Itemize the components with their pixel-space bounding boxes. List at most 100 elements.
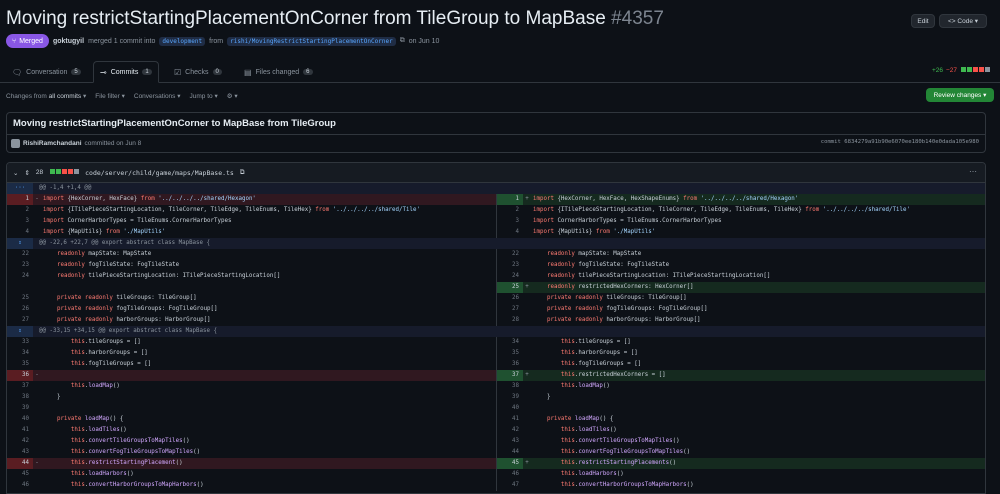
- line-number[interactable]: 44: [497, 447, 523, 458]
- line-number[interactable]: 25: [497, 282, 523, 293]
- code-line: import CornerHarborTypes = TileEnums.Cor…: [43, 218, 232, 224]
- tab-conversation[interactable]: 🗨 Conversation 5: [6, 61, 87, 83]
- merge-icon: ⑂: [12, 37, 17, 45]
- file-filter-dropdown[interactable]: File filter ▾: [95, 92, 125, 100]
- copy-icon[interactable]: ⧉: [240, 169, 245, 177]
- diff-left-side: 23 readonly fogTileState: FogTileState: [7, 260, 496, 271]
- line-number[interactable]: 46: [7, 480, 33, 491]
- line-number[interactable]: 22: [497, 249, 523, 260]
- line-number[interactable]: 36: [497, 359, 523, 370]
- line-number[interactable]: 24: [7, 271, 33, 282]
- diff-marker: [33, 282, 41, 293]
- conversations-label: Conversations: [133, 93, 176, 100]
- diff-marker: [33, 480, 41, 491]
- line-number[interactable]: 43: [7, 447, 33, 458]
- line-number[interactable]: 46: [497, 469, 523, 480]
- diff-left-side: 25 private readonly tileGroups: TileGrou…: [7, 293, 496, 304]
- head-branch[interactable]: rishi/MovingRestrictStartingPlacementOnC…: [227, 36, 396, 46]
- line-number[interactable]: 45: [497, 458, 523, 469]
- code-line: [41, 282, 496, 293]
- line-number[interactable]: 42: [497, 425, 523, 436]
- line-number[interactable]: 35: [497, 348, 523, 359]
- line-number[interactable]: [7, 282, 33, 293]
- line-number[interactable]: 24: [497, 271, 523, 282]
- diff-marker: [523, 392, 531, 403]
- expand-icon[interactable]: ⇕: [24, 169, 29, 177]
- line-number[interactable]: 27: [497, 304, 523, 315]
- author-link[interactable]: goktugyil: [53, 38, 84, 45]
- line-number[interactable]: 33: [7, 337, 33, 348]
- edit-button[interactable]: Edit: [911, 14, 935, 28]
- line-number[interactable]: 1: [7, 194, 33, 205]
- review-changes-button[interactable]: Review changes ▾: [926, 88, 994, 102]
- line-number[interactable]: 3: [497, 216, 523, 227]
- line-number[interactable]: 26: [7, 304, 33, 315]
- line-number[interactable]: 23: [7, 260, 33, 271]
- line-number[interactable]: 36: [7, 370, 33, 381]
- base-branch[interactable]: development: [159, 36, 206, 46]
- diff-marker: [33, 414, 41, 425]
- line-number[interactable]: 42: [7, 436, 33, 447]
- line-number[interactable]: 3: [7, 216, 33, 227]
- line-number[interactable]: 1: [497, 194, 523, 205]
- code-line: private readonly harborGroups: HarborGro…: [546, 317, 701, 323]
- diff-right-side: 42 this.loadTiles(): [496, 425, 985, 436]
- line-number[interactable]: 26: [497, 293, 523, 304]
- expand-icon[interactable]: ···: [7, 183, 33, 194]
- line-number[interactable]: 4: [7, 227, 33, 238]
- line-number[interactable]: 34: [7, 348, 33, 359]
- line-number[interactable]: 22: [7, 249, 33, 260]
- diff-marker: -: [33, 194, 41, 205]
- line-number[interactable]: 37: [7, 381, 33, 392]
- conversations-dropdown[interactable]: Conversations ▾: [134, 92, 181, 100]
- diff-marker: [33, 403, 41, 414]
- tab-commits[interactable]: ⊸ Commits 1: [93, 61, 159, 83]
- chevron-down-icon[interactable]: ⌄: [13, 169, 18, 177]
- line-number[interactable]: 40: [497, 403, 523, 414]
- line-number[interactable]: 27: [7, 315, 33, 326]
- line-number[interactable]: 4: [497, 227, 523, 238]
- changes-from-dropdown[interactable]: Changes from all commits ▾: [6, 92, 86, 100]
- line-number[interactable]: 28: [497, 315, 523, 326]
- copy-icon[interactable]: ⧉: [400, 37, 405, 45]
- gear-icon[interactable]: ⚙ ▾: [227, 92, 238, 100]
- more-options-icon[interactable]: ⋯: [969, 167, 977, 176]
- line-number[interactable]: 37: [497, 370, 523, 381]
- line-number[interactable]: 34: [497, 337, 523, 348]
- line-number[interactable]: 25: [7, 293, 33, 304]
- diff-row: 4 import {MapUtils} from './MapUtils' 4 imp…: [7, 227, 985, 238]
- diff-row: 34 this.harborGroups = [] 35 this.harborG…: [7, 348, 985, 359]
- line-number[interactable]: 40: [7, 414, 33, 425]
- code-line: this.loadHarbors(): [560, 471, 624, 477]
- diff-row: 39 40: [7, 403, 985, 414]
- line-number[interactable]: 44: [7, 458, 33, 469]
- line-number[interactable]: 41: [7, 425, 33, 436]
- line-number[interactable]: 35: [7, 359, 33, 370]
- code-line: readonly tilePieceStartingLocation: ITil…: [56, 273, 281, 279]
- code-line: }: [43, 394, 61, 400]
- line-number[interactable]: 47: [497, 480, 523, 491]
- commit-author[interactable]: RishiRamchandani: [23, 140, 82, 147]
- line-number[interactable]: 41: [497, 414, 523, 425]
- jump-to-dropdown[interactable]: Jump to ▾: [190, 92, 218, 100]
- line-number[interactable]: 45: [7, 469, 33, 480]
- diff-left-side: 36-: [7, 370, 496, 381]
- line-number[interactable]: 38: [497, 381, 523, 392]
- diff-marker: [33, 216, 41, 227]
- file-path[interactable]: code/server/child/game/maps/MapBase.ts: [85, 169, 234, 177]
- line-number[interactable]: 43: [497, 436, 523, 447]
- line-number[interactable]: 39: [497, 392, 523, 403]
- line-number[interactable]: 2: [7, 205, 33, 216]
- line-number[interactable]: 23: [497, 260, 523, 271]
- code-button[interactable]: <> Code ▾: [939, 14, 987, 28]
- tab-checks[interactable]: ☑ Checks 0: [168, 61, 228, 83]
- line-number[interactable]: 39: [7, 403, 33, 414]
- review-button-label: Review changes: [933, 91, 982, 99]
- tab-count: 1: [142, 69, 152, 75]
- line-number[interactable]: 38: [7, 392, 33, 403]
- tab-files-changed[interactable]: ▤ Files changed 6: [238, 61, 319, 83]
- line-number[interactable]: 2: [497, 205, 523, 216]
- expand-icon[interactable]: ⇕: [7, 238, 33, 249]
- avatar[interactable]: [11, 139, 20, 148]
- expand-icon[interactable]: ⇕: [7, 326, 33, 337]
